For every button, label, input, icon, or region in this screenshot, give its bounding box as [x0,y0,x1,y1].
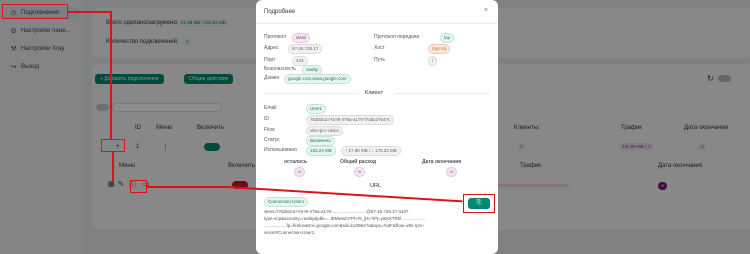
address-label: Адрес [264,45,279,51]
status-label: Статус [264,137,280,143]
domain-label: Домен [264,75,280,81]
id-label: ID [264,116,269,122]
details-modal: Подробнее × Протокол vless Адрес 5?.46.?… [256,0,498,254]
port-label: Порт [264,57,276,63]
client-section-title: Клиент [365,90,384,96]
annotation-line [112,152,114,181]
total-value: ∞ [354,167,366,177]
host-value: (пусто) [428,44,451,54]
remaining-value: ∞ [294,167,306,177]
flow-value: xtls-rprx-vision [306,126,344,136]
modal-title: Подробнее [264,9,296,15]
annotation-box-sidebar [2,4,68,19]
transport-value: tcp [440,33,455,43]
divider [396,93,490,94]
annotation-box-expand [101,139,125,152]
url-line: vision#Connection-User1 [264,230,315,235]
address-value: 5?.46.?28.1? [288,44,323,54]
url-tag: Connection-User1 [264,197,309,207]
expiry-value: ∞ [446,167,458,177]
email-label: Email [264,105,277,111]
used-value: 183.23 MB [306,146,336,156]
url-section-title: URL [370,183,382,189]
annotation-line [68,11,110,13]
status-value: Включено [306,136,335,146]
protocol-label: Протокол [264,34,286,40]
flow-label: Flow [264,127,275,133]
annotation-box-info [130,180,147,193]
protocol-value: vless [292,33,311,43]
close-icon[interactable]: × [484,7,488,14]
annotation-box-copy [463,194,495,213]
path-value: / [428,56,438,66]
url-line: vless://?53bdca?-fa?8-4?6a-a1?0-........… [264,209,409,214]
annotation-line [147,186,227,188]
email-value: User1 [306,104,327,114]
security-label: Безопасность [264,66,296,72]
transport-label: Протокол передачи [374,34,420,40]
used-label: Использовано [264,147,297,153]
domain-value: google.com,www.google.com [284,74,351,84]
divider [264,93,358,94]
path-label: Путь [374,57,385,63]
url-line: type=tcp&security=reality&pbk=...lEMwwCF… [264,216,426,221]
id-value: ?53bdca?-fa?8-4?6a-a1?0-f?abcd?64?c [306,115,395,125]
url-line: ..................fp=firefox&sni=google.… [264,223,424,228]
divider [256,23,498,24]
annotation-line [110,11,112,139]
total-col: Общий расход [340,159,377,165]
expiry-col: Дата окончания [422,159,462,165]
connection-url[interactable]: vless://?53bdca?-fa?8-4?6a-a1?0-........… [264,208,484,236]
remaining-col: осталось [284,159,307,165]
used-detail: ↑ 17.90 MB / ↓ 170.33 MB [341,146,401,156]
host-label: Хост [374,45,385,51]
